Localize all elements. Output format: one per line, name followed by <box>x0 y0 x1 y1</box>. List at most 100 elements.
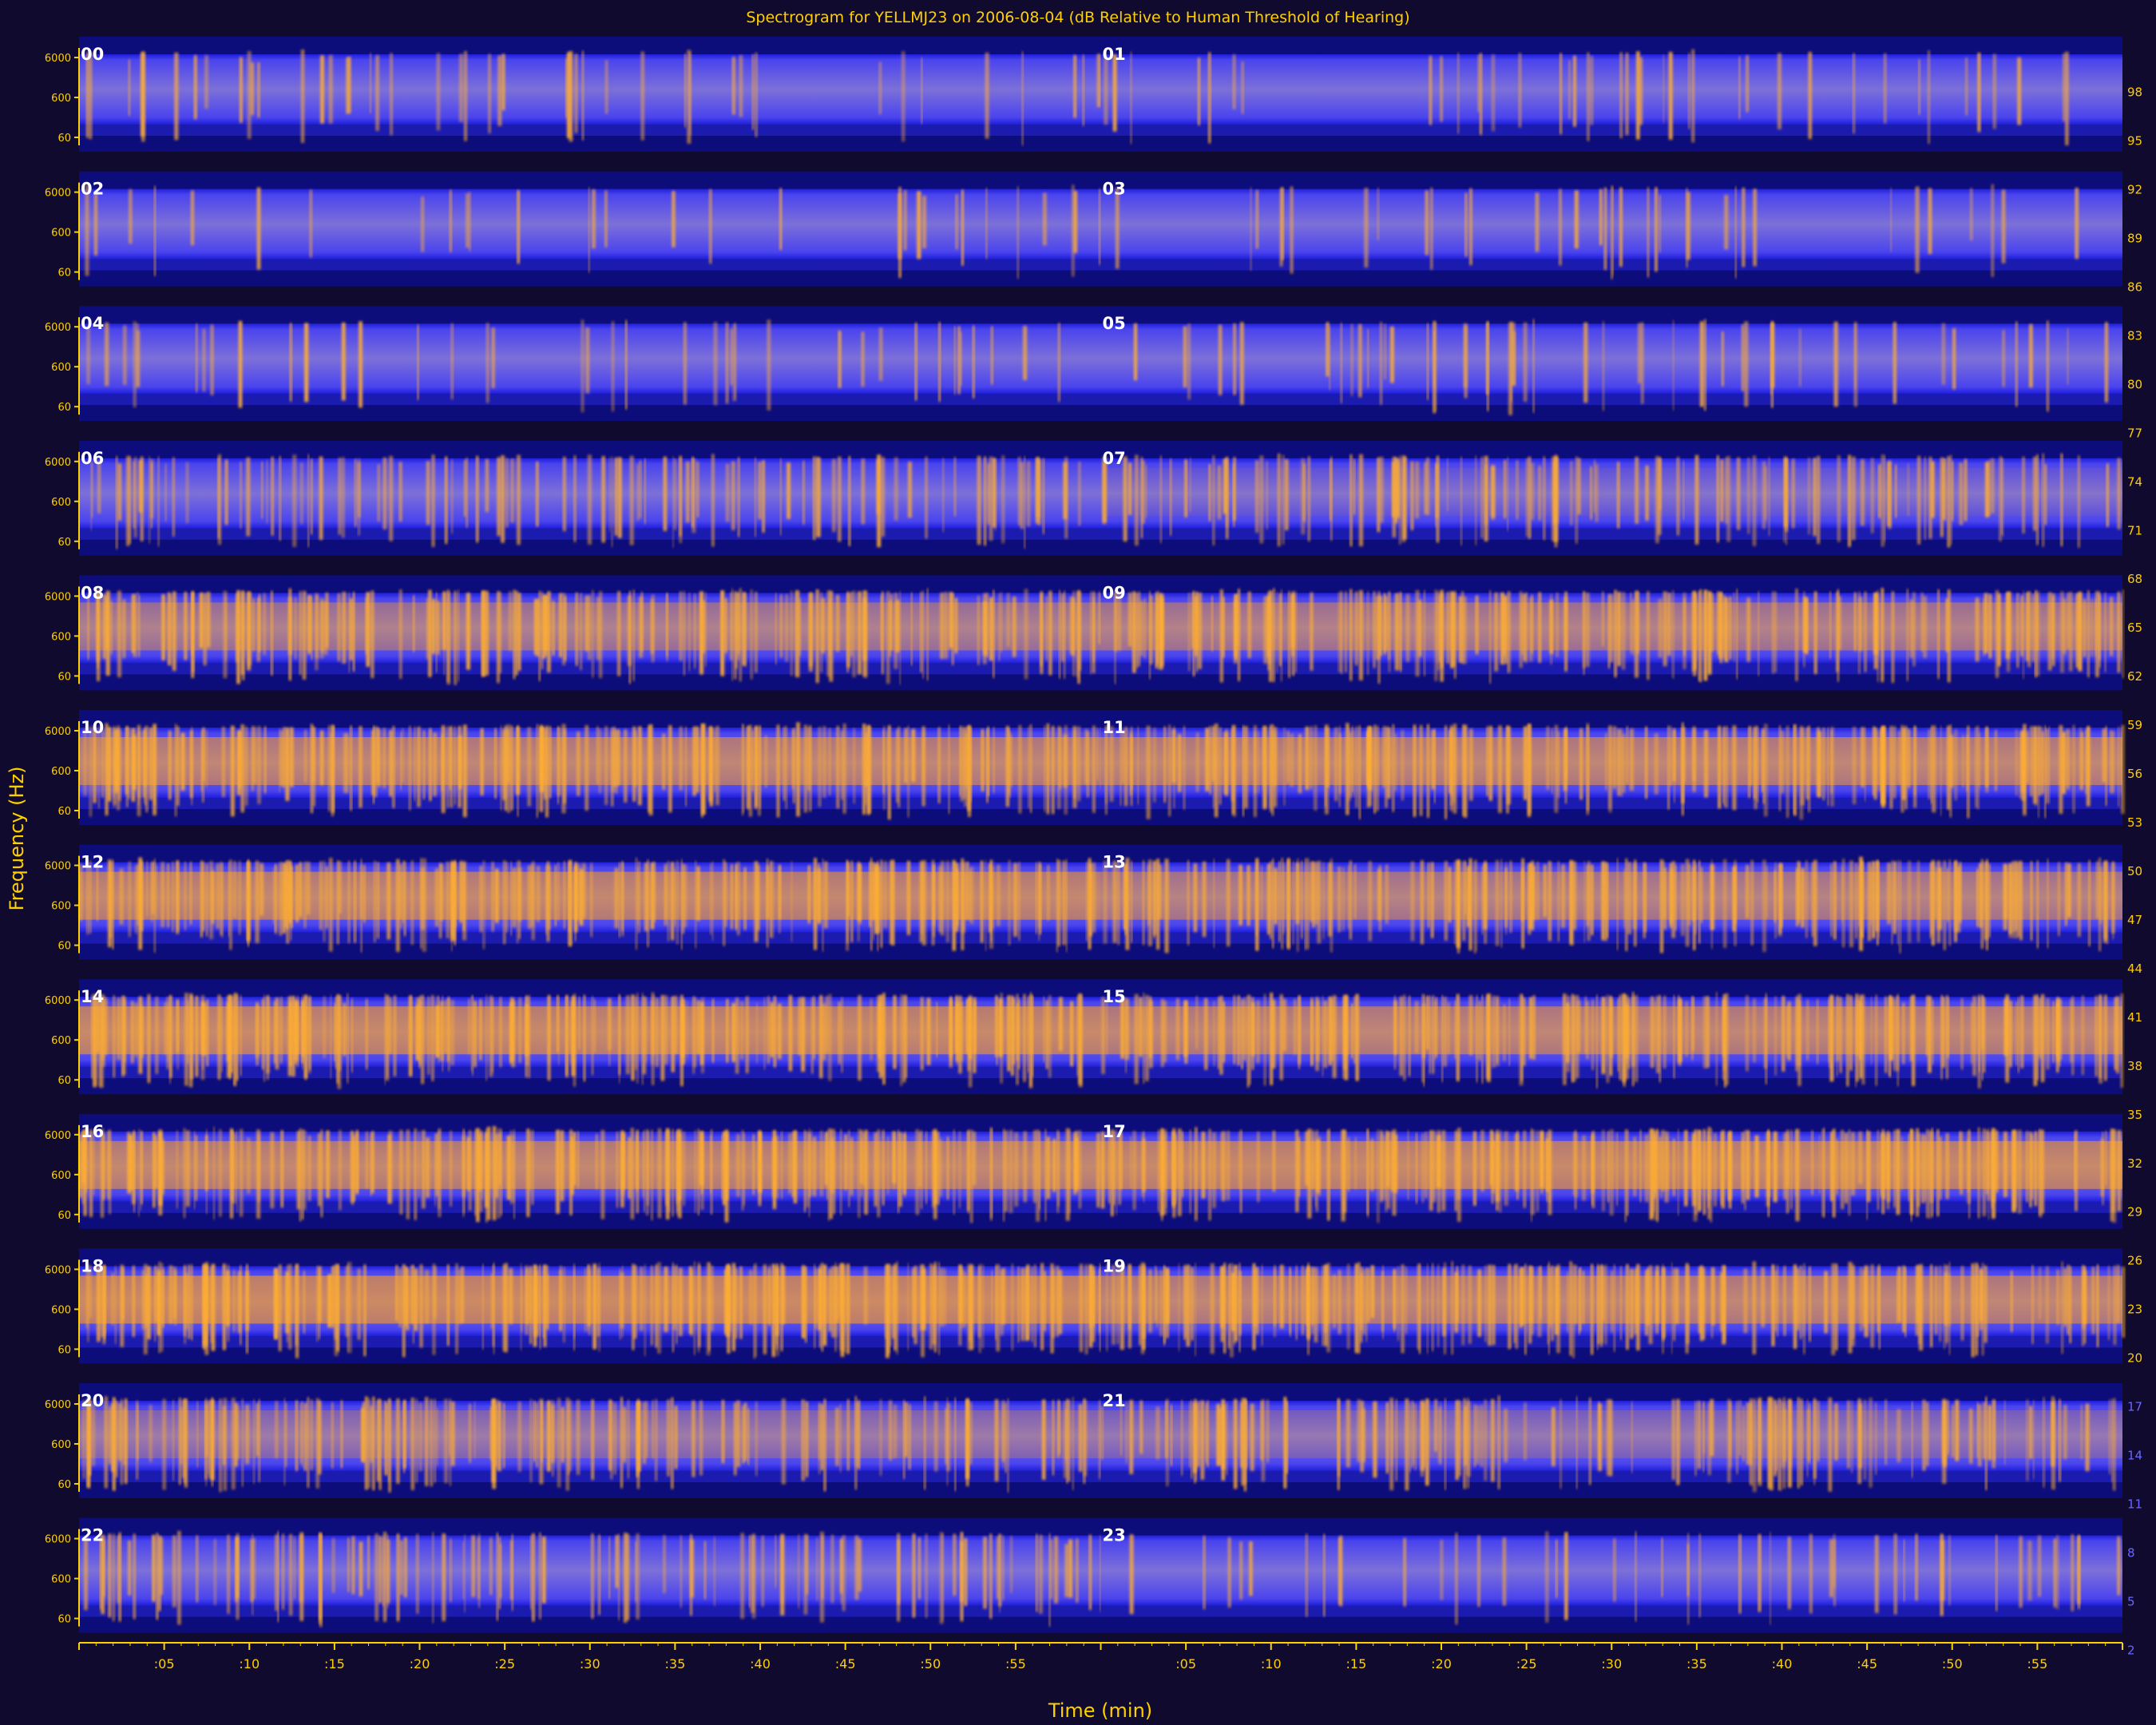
sound-event <box>2031 593 2035 662</box>
sound-event <box>1267 863 1270 935</box>
sound-event <box>1577 458 1581 514</box>
sound-event <box>1907 728 1911 788</box>
sound-event <box>1672 319 1674 410</box>
sound-event <box>2065 51 2069 145</box>
sound-event <box>154 1136 157 1188</box>
sound-event <box>1338 866 1341 933</box>
sound-event <box>220 862 223 936</box>
sound-event <box>1609 594 1614 663</box>
sound-event <box>830 1534 834 1604</box>
sound-event <box>1010 735 1013 787</box>
sound-event <box>1184 459 1187 518</box>
x-tick-label: :10 <box>239 1656 260 1671</box>
sound-event <box>509 591 513 651</box>
sound-event <box>109 600 113 655</box>
sound-event <box>161 594 165 660</box>
sound-event <box>366 998 368 1070</box>
sound-event <box>1698 1130 1702 1211</box>
sound-event <box>468 998 470 1054</box>
sound-event <box>686 1001 688 1058</box>
sound-event <box>1854 323 1856 389</box>
sound-event <box>805 1402 808 1477</box>
sound-event <box>510 725 513 811</box>
sound-event <box>1892 999 1896 1071</box>
sound-event <box>1560 53 1562 135</box>
sound-event <box>1617 728 1621 796</box>
sound-event <box>1492 1265 1496 1346</box>
sound-event <box>263 593 266 655</box>
sound-event <box>513 1129 515 1219</box>
sound-event <box>547 1400 551 1472</box>
sound-event <box>1654 733 1659 795</box>
sound-event <box>1851 456 1856 541</box>
sound-event <box>752 1134 755 1196</box>
sound-event <box>1245 1400 1247 1469</box>
sound-event <box>1528 1265 1532 1344</box>
sound-event <box>1202 861 1207 938</box>
hour-label: 10 <box>81 718 104 737</box>
sound-event <box>429 728 432 801</box>
sound-event <box>427 996 430 1075</box>
sound-event <box>821 1404 824 1470</box>
sound-event <box>1808 457 1810 535</box>
sound-event <box>788 995 792 1072</box>
sound-event <box>781 1131 783 1200</box>
sound-event <box>557 862 560 921</box>
sound-event <box>896 729 899 803</box>
sound-event <box>147 994 151 1084</box>
sound-event <box>953 326 956 395</box>
sound-event <box>644 1264 646 1357</box>
sound-event <box>2026 592 2030 661</box>
sound-event <box>803 1399 806 1481</box>
sound-event <box>639 460 642 519</box>
sound-event <box>499 997 502 1068</box>
sound-event <box>965 862 969 920</box>
sound-event <box>2085 1403 2090 1472</box>
sound-event <box>1337 1398 1340 1490</box>
sound-event <box>758 462 762 520</box>
sound-event <box>503 1402 505 1469</box>
sound-event <box>1565 726 1567 779</box>
sound-event <box>2001 189 2006 264</box>
sound-event <box>1532 319 1535 413</box>
sound-event <box>432 1532 434 1624</box>
sound-event <box>596 726 599 784</box>
sound-event <box>518 997 521 1063</box>
sound-event <box>123 325 127 385</box>
sound-event <box>172 457 175 537</box>
sound-event <box>692 726 696 796</box>
sound-event <box>164 1001 167 1055</box>
sound-event <box>1767 1129 1770 1217</box>
sound-event <box>1276 591 1278 673</box>
sound-event <box>2081 732 2083 791</box>
sound-event <box>1872 861 1876 939</box>
colorbar-tick-label: 74 <box>2127 474 2142 489</box>
sound-event <box>295 1000 299 1055</box>
sound-event <box>1793 1264 1797 1349</box>
sound-event <box>1100 1406 1104 1460</box>
sound-event <box>788 1133 792 1194</box>
sound-event <box>783 726 786 801</box>
sound-event <box>1278 861 1281 942</box>
sound-event <box>946 1136 949 1200</box>
sound-event <box>1571 995 1576 1082</box>
sound-event <box>1964 458 1968 521</box>
sound-event <box>2111 862 2115 934</box>
sound-event <box>1875 1402 1877 1475</box>
sound-event <box>612 730 615 792</box>
sound-event <box>469 1403 471 1463</box>
sound-event <box>1965 58 1968 116</box>
hour-label: 12 <box>81 853 104 872</box>
sound-event <box>2117 591 2121 673</box>
sound-event <box>1622 592 1626 670</box>
sound-event <box>1746 865 1750 919</box>
sound-event <box>1355 591 1358 666</box>
sound-event <box>1780 1399 1782 1491</box>
sound-event <box>990 1128 993 1221</box>
sound-event <box>336 994 339 1084</box>
x-tick-label: :10 <box>1261 1656 1282 1671</box>
sound-event <box>1427 323 1429 400</box>
sound-event <box>328 55 333 124</box>
sound-event <box>952 860 956 951</box>
sound-event <box>1643 862 1646 938</box>
